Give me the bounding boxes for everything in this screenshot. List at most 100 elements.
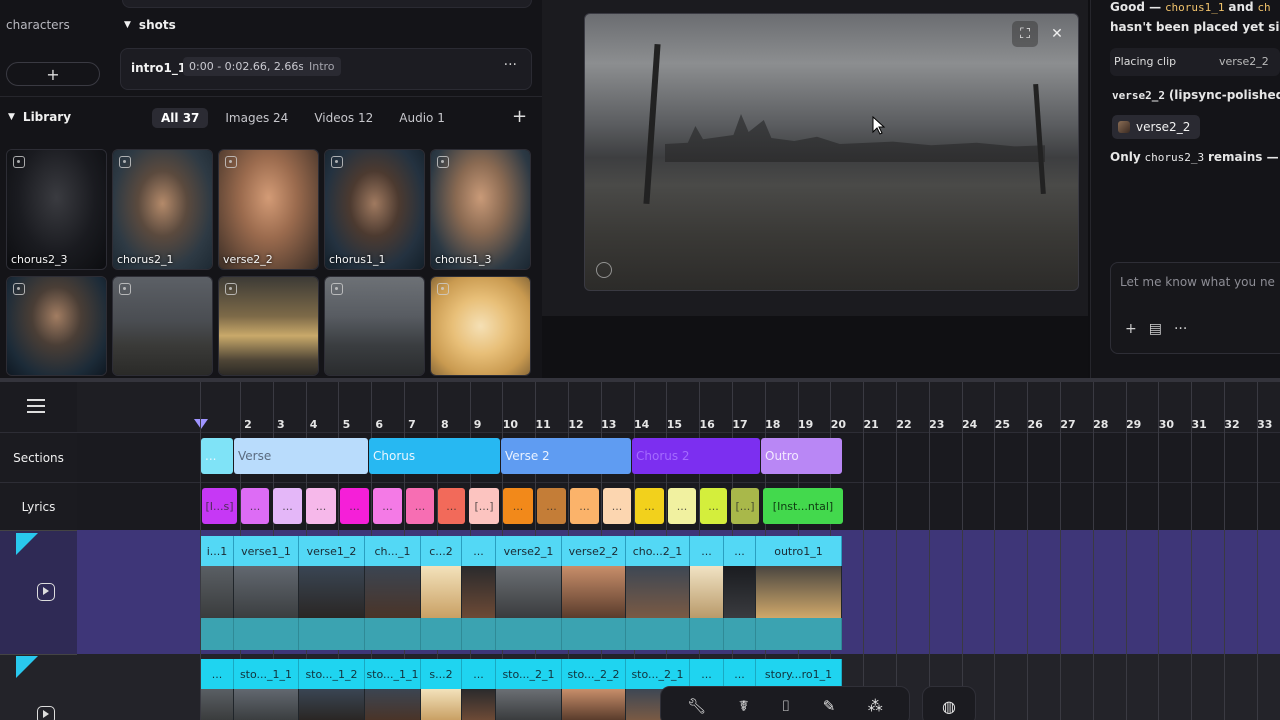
video-clip-thumbnail[interactable] [562,689,626,720]
shots-header[interactable]: ▼ shots [124,18,176,32]
video-clip-thumbnail[interactable] [496,566,562,618]
lyric-segment[interactable]: ... [603,488,631,524]
lyric-segment[interactable]: ... [273,488,302,524]
library-item[interactable] [112,276,213,376]
section-segment[interactable]: ... [201,438,233,474]
video-clip-waveform[interactable] [626,618,690,650]
video-clip-label[interactable]: sto..._2_1 [496,659,562,689]
library-add-button[interactable]: + [512,106,527,127]
tab-images[interactable]: Images 24 [216,108,297,128]
add-character-button[interactable]: + [6,62,100,86]
video-clip-label[interactable]: verse1_2 [299,536,365,566]
lyric-segment[interactable]: ... [635,488,664,524]
video-clip-label[interactable]: sto..._1_1 [365,659,421,689]
video-clip-label[interactable]: ... [462,659,496,689]
video-clip-thumbnail[interactable] [201,689,234,720]
playhead-marker[interactable] [194,419,208,429]
video-clip-label[interactable]: ... [690,659,724,689]
video-clip-thumbnail[interactable] [562,566,626,618]
chat-input[interactable]: Let me know what you ne + ▤ ··· [1110,262,1280,354]
attachment-icon[interactable]: ▤ [1149,321,1162,337]
camera-icon[interactable]: ⌷ [781,697,790,715]
video-clip-thumbnail[interactable] [756,566,842,618]
video-clip-label[interactable]: sto..._2_2 [562,659,626,689]
video-clip-waveform[interactable] [365,618,421,650]
video-clip-thumbnail[interactable] [201,566,234,618]
close-preview-button[interactable]: ✕ [1044,21,1070,47]
apps-icon[interactable]: ⁂ [868,697,883,715]
video-clip-waveform[interactable] [462,618,496,650]
video-clip-label[interactable]: ch..._1 [365,536,421,566]
video-clip-waveform[interactable] [562,618,626,650]
lyric-segment[interactable]: ... [668,488,696,524]
lyric-segment[interactable]: ... [306,488,336,524]
video-clip-thumbnail[interactable] [626,566,690,618]
video-clip-waveform[interactable] [690,618,724,650]
video-clip-label[interactable]: sto..._1_2 [299,659,365,689]
video-clip-thumbnail[interactable] [234,689,299,720]
video-clip-waveform[interactable] [496,618,562,650]
video-clip-label[interactable]: ... [201,659,234,689]
lyric-segment[interactable]: ... [340,488,369,524]
video-clip-thumbnail[interactable] [299,566,365,618]
video-clip-label[interactable]: cho...2_1 [626,536,690,566]
video-clip-waveform[interactable] [234,618,299,650]
section-segment[interactable]: Chorus 2 [632,438,760,474]
video-clip-label[interactable]: story...ro1_1 [756,659,842,689]
library-item[interactable]: chorus2_1 [112,149,213,270]
section-segment[interactable]: Outro [761,438,842,474]
library-item[interactable]: verse2_2 [218,149,319,270]
wrench-icon[interactable]: 🔧︎ [687,697,706,715]
lyric-segment[interactable]: [I...s] [202,488,237,524]
library-item[interactable]: chorus1_3 [430,149,531,270]
library-item[interactable]: chorus1_1 [324,149,425,270]
more-options-icon[interactable]: ··· [504,57,517,73]
video-clip-label[interactable]: ... [462,536,496,566]
section-segment[interactable]: Verse [234,438,368,474]
globe-button[interactable]: ◍ [922,686,976,720]
lyric-segment[interactable]: ... [406,488,434,524]
lyric-segment[interactable]: [...] [731,488,759,524]
lyric-segment[interactable]: [...] [469,488,499,524]
video-clip-label[interactable]: verse1_1 [234,536,299,566]
library-item[interactable] [218,276,319,376]
lyric-segment[interactable]: ... [700,488,727,524]
video-clip-label[interactable]: ... [724,536,756,566]
add-icon[interactable]: + [1125,321,1137,337]
video-clip-waveform[interactable] [299,618,365,650]
section-segment[interactable]: Verse 2 [501,438,631,474]
fullscreen-button[interactable]: ⛶ [1012,21,1038,47]
library-header[interactable]: ▼ Library [8,110,71,124]
library-item[interactable] [430,276,531,376]
video-clip-thumbnail[interactable] [690,566,724,618]
video-clip-label[interactable]: c...2 [421,536,462,566]
section-segment[interactable]: Chorus [369,438,500,474]
video-clip-label[interactable]: i...1 [201,536,234,566]
tab-videos[interactable]: Videos 12 [305,108,382,128]
shot-card[interactable]: intro1_1 0:00 - 0:02.66, 2.66s Intro ··· [120,48,532,90]
video-clip-thumbnail[interactable] [496,689,562,720]
video-clip-waveform[interactable] [201,618,234,650]
video-clip-label[interactable]: s...2 [421,659,462,689]
video-clip-thumbnail[interactable] [462,689,496,720]
video-clip-label[interactable]: sto..._2_1 [626,659,690,689]
lyric-segment[interactable]: ... [241,488,269,524]
library-item[interactable]: chorus2_3 [6,149,107,270]
video-clip-thumbnail[interactable] [421,566,462,618]
lyric-segment[interactable]: ... [438,488,465,524]
video-clip-thumbnail[interactable] [365,566,421,618]
lyric-segment[interactable]: ... [537,488,566,524]
video-clip-label[interactable]: ... [690,536,724,566]
more-icon[interactable]: ··· [1174,321,1187,337]
video-clip-thumbnail[interactable] [299,689,365,720]
video-clip-thumbnail[interactable] [365,689,421,720]
tab-all[interactable]: All 37 [152,108,209,128]
menu-icon[interactable] [27,399,45,413]
tab-audio[interactable]: Audio 1 [390,108,454,128]
video-clip-thumbnail[interactable] [234,566,299,618]
lyric-segment[interactable]: ... [373,488,402,524]
video-track-icon[interactable] [37,706,55,720]
video-clip-label[interactable]: sto..._1_1 [234,659,299,689]
video-clip-label[interactable]: verse2_2 [562,536,626,566]
video-clip-waveform[interactable] [724,618,756,650]
